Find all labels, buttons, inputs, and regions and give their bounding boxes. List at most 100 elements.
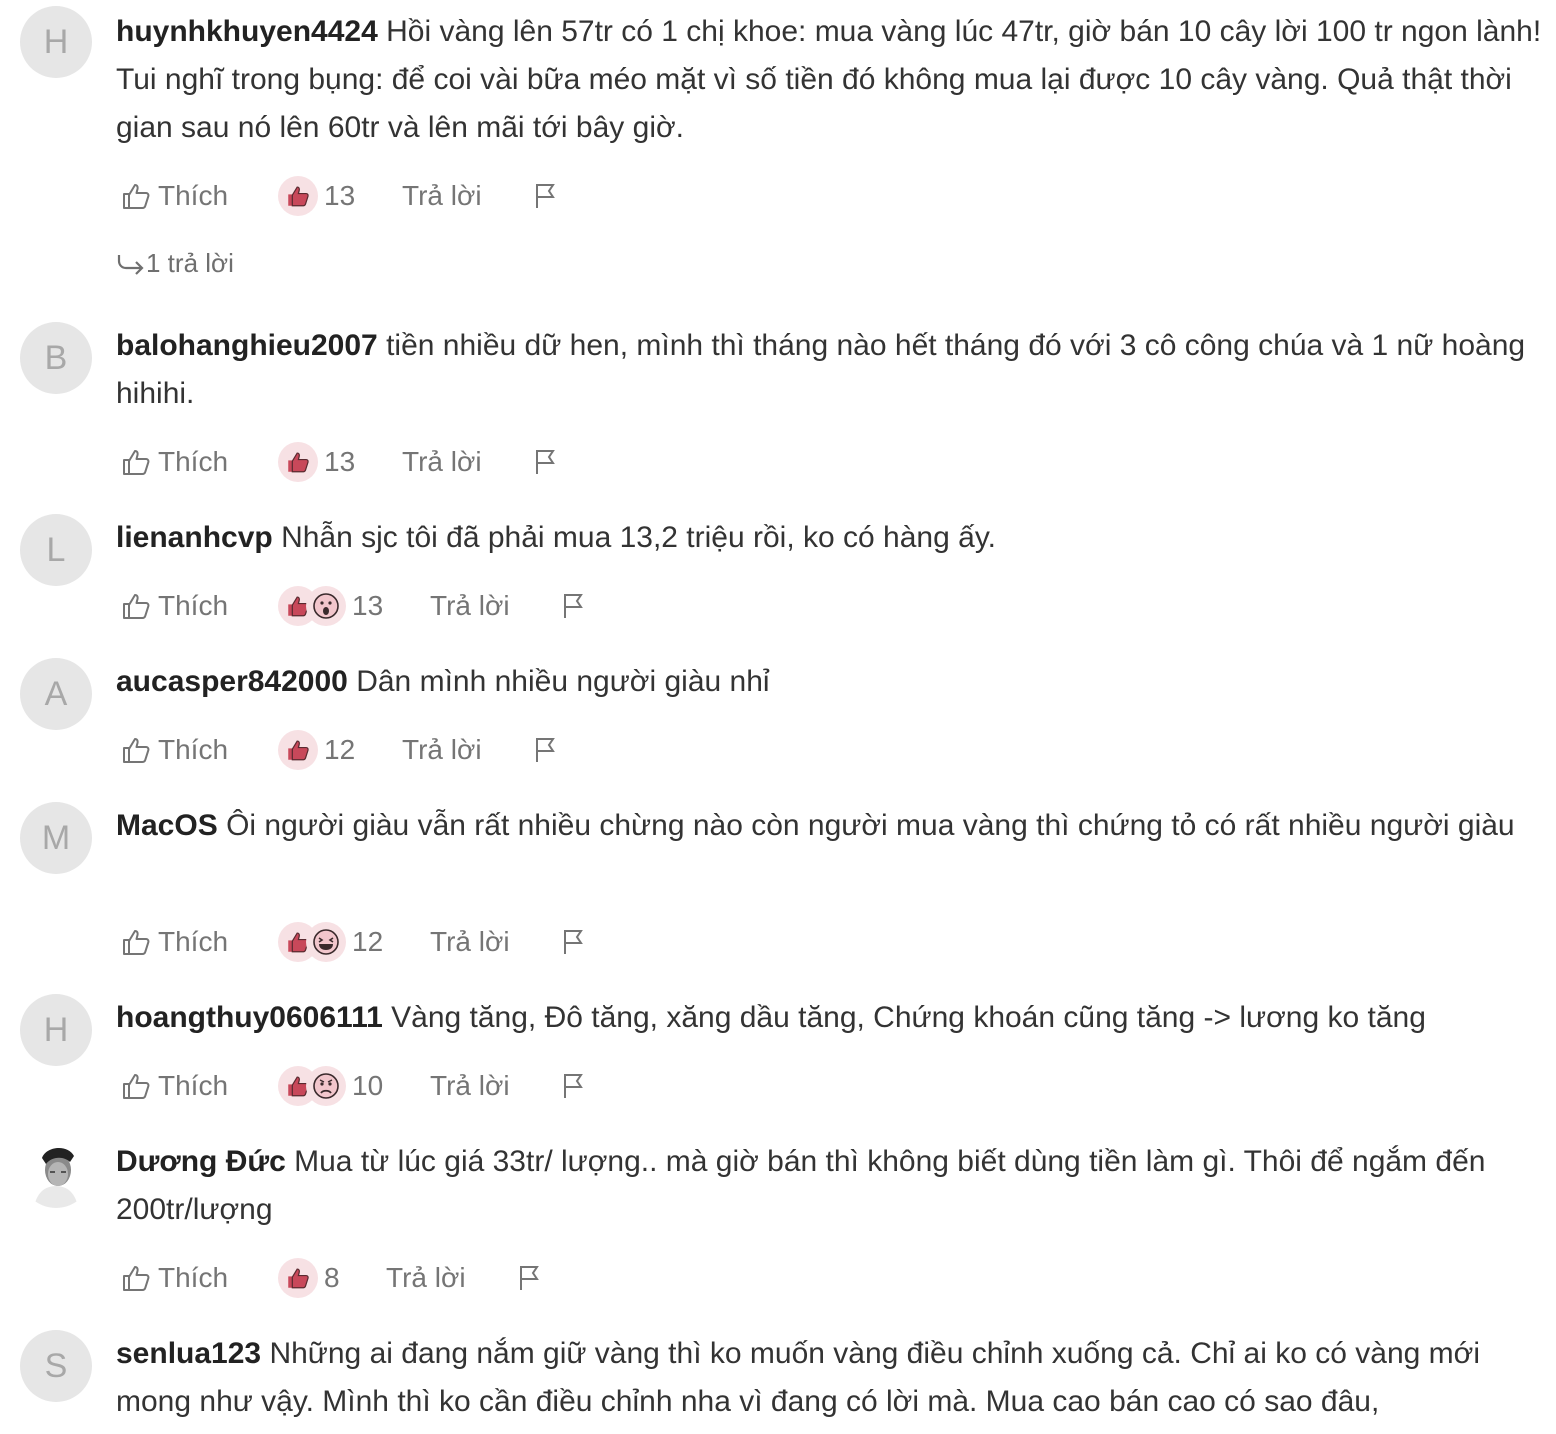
thumbs-up-outline-icon <box>123 1266 150 1291</box>
comment-actions: Thích 12 Trả lời <box>120 922 1520 962</box>
comment-body: Dương Đức Mua từ lúc giá 33tr/ lượng.. m… <box>116 1138 1546 1234</box>
username[interactable]: senlua123 <box>116 1337 261 1370</box>
flag-icon <box>564 1074 583 1098</box>
username[interactable]: aucasper842000 <box>116 665 348 698</box>
thumbs-up-outline-icon <box>123 594 150 619</box>
reply-arrow-icon <box>117 254 144 275</box>
avatar[interactable]: A <box>20 658 92 730</box>
flag-icon <box>536 450 555 474</box>
comment-body: hoangthuy0606111 Vàng tăng, Đô tăng, xăn… <box>116 994 1546 1042</box>
reaction-summary[interactable]: 12 <box>278 922 383 962</box>
reaction-summary[interactable]: 13 <box>278 586 383 626</box>
thumbs-up-outline-icon <box>123 184 150 209</box>
reaction-count: 13 <box>324 446 356 477</box>
reply-button[interactable]: Trả lời <box>430 922 510 962</box>
like-reaction-icon <box>278 176 318 216</box>
like-label: Thích <box>158 180 229 211</box>
reaction-summary[interactable]: 13 <box>278 442 355 482</box>
reply-button[interactable]: Trả lời <box>430 1066 510 1106</box>
haha-reaction-icon <box>306 922 346 962</box>
comment-actions: Thích 13 Trả lời <box>120 586 1520 626</box>
like-button[interactable]: Thích <box>120 442 228 482</box>
avatar[interactable]: S <box>20 1330 92 1402</box>
username[interactable]: huynhkhuyen4424 <box>116 15 378 48</box>
comment-text: Nhẫn sjc tôi đã phải mua 13,2 triệu rồi,… <box>281 521 996 554</box>
reaction-count: 13 <box>324 180 356 211</box>
username[interactable]: Dương Đức <box>116 1145 286 1178</box>
report-button[interactable] <box>562 1066 586 1106</box>
avatar[interactable]: H <box>20 6 92 78</box>
comment-text: Ôi người giàu vẫn rất nhiều chừng nào cò… <box>226 809 1515 842</box>
comment-text: Dân mình nhiều người giàu nhỉ <box>356 665 770 698</box>
reply-button[interactable]: Trả lời <box>386 1258 466 1298</box>
flag-icon <box>564 930 583 954</box>
reaction-summary[interactable]: 12 <box>278 730 355 770</box>
like-button[interactable]: Thích <box>120 730 228 770</box>
comment-text: Vàng tăng, Đô tăng, xăng dầu tăng, Chứng… <box>391 1001 1426 1034</box>
like-label: Thích <box>158 1070 229 1101</box>
thumbs-up-outline-icon <box>123 930 150 955</box>
comment-text: Những ai đang nắm giữ vàng thì ko muốn v… <box>116 1337 1480 1418</box>
comment-actions: Thích 12 Trả lời <box>120 730 1520 770</box>
like-button[interactable]: Thích <box>120 1066 228 1106</box>
reaction-count: 12 <box>324 734 356 765</box>
reaction-summary[interactable]: 8 <box>278 1258 340 1298</box>
like-button[interactable]: Thích <box>120 1258 228 1298</box>
username[interactable]: lienanhcvp <box>116 521 273 554</box>
avatar[interactable]: L <box>20 514 92 586</box>
reaction-count: 10 <box>352 1070 384 1101</box>
wow-reaction-icon <box>306 586 346 626</box>
avatar[interactable]: M <box>20 802 92 874</box>
like-label: Thích <box>158 446 229 477</box>
like-button[interactable]: Thích <box>120 176 228 216</box>
comment-text: Mua từ lúc giá 33tr/ lượng.. mà giờ bán … <box>116 1145 1486 1226</box>
like-reaction-icon <box>278 442 318 482</box>
comment-actions: Thích 13 Trả lời <box>120 176 1520 216</box>
report-button[interactable] <box>562 586 586 626</box>
like-label: Thích <box>158 926 229 957</box>
comment-body: MacOS Ôi người giàu vẫn rất nhiều chừng … <box>116 802 1546 850</box>
reply-button[interactable]: Trả lời <box>402 176 482 216</box>
report-button[interactable] <box>534 442 558 482</box>
flag-icon <box>564 594 583 618</box>
like-label: Thích <box>158 1262 229 1293</box>
reaction-summary[interactable]: 10 <box>278 1066 383 1106</box>
reply-button[interactable]: Trả lời <box>402 730 482 770</box>
reply-button[interactable]: Trả lời <box>430 586 510 626</box>
reaction-count: 13 <box>352 590 384 621</box>
thumbs-up-outline-icon <box>123 450 150 475</box>
reply-button[interactable]: Trả lời <box>402 442 482 482</box>
flag-icon <box>536 738 555 762</box>
like-button[interactable]: Thích <box>120 922 228 962</box>
avatar[interactable]: B <box>20 322 92 394</box>
username[interactable]: MacOS <box>116 809 218 842</box>
reaction-count: 12 <box>352 926 384 957</box>
reaction-summary[interactable]: 13 <box>278 176 355 216</box>
user-photo <box>20 1136 92 1208</box>
like-button[interactable]: Thích <box>120 586 228 626</box>
report-button[interactable] <box>534 176 558 216</box>
comment-actions: Thích 13 Trả lời <box>120 442 1520 482</box>
comment-body: aucasper842000 Dân mình nhiều người giàu… <box>116 658 1546 706</box>
comment-body: lienanhcvp Nhẫn sjc tôi đã phải mua 13,2… <box>116 514 1546 562</box>
like-reaction-icon <box>278 1258 318 1298</box>
flag-icon <box>520 1266 539 1290</box>
report-button[interactable] <box>562 922 586 962</box>
comment-actions: Thích 8 Trả lời <box>120 1258 1520 1298</box>
avatar[interactable] <box>20 1136 92 1208</box>
thumbs-up-outline-icon <box>123 1074 150 1099</box>
view-replies-link[interactable]: 1 trả lời <box>116 248 234 279</box>
username[interactable]: balohanghieu2007 <box>116 329 378 362</box>
flag-icon <box>536 184 555 208</box>
sad-reaction-icon <box>306 1066 346 1106</box>
avatar[interactable]: H <box>20 994 92 1066</box>
username[interactable]: hoangthuy0606111 <box>116 1001 383 1034</box>
reaction-count: 8 <box>324 1262 340 1293</box>
comment-body: balohanghieu2007 tiền nhiều dữ hen, mình… <box>116 322 1546 418</box>
report-button[interactable] <box>518 1258 542 1298</box>
report-button[interactable] <box>534 730 558 770</box>
comment-body: huynhkhuyen4424 Hồi vàng lên 57tr có 1 c… <box>116 8 1546 152</box>
comment-body: senlua123 Những ai đang nắm giữ vàng thì… <box>116 1330 1546 1426</box>
like-label: Thích <box>158 734 229 765</box>
thumbs-up-outline-icon <box>123 738 150 763</box>
